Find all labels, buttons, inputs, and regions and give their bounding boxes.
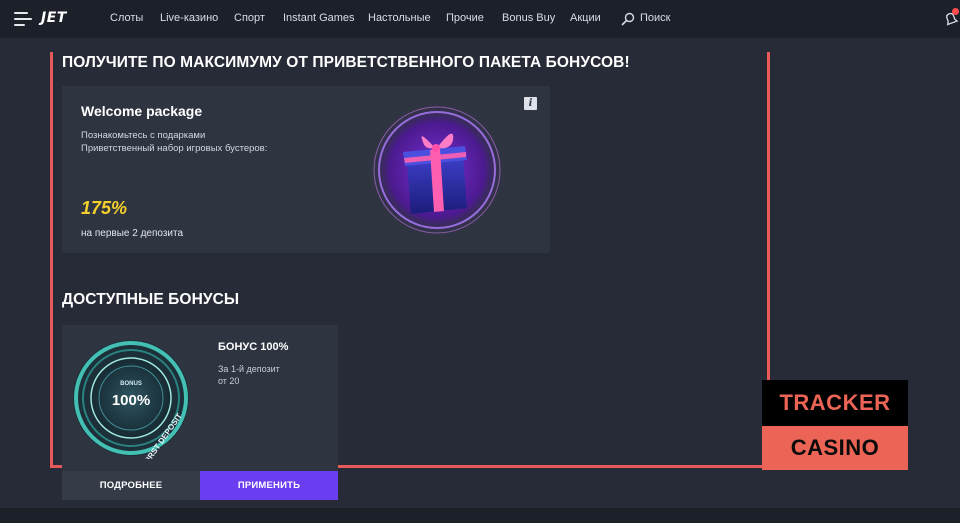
welcome-heading: ПОЛУЧИТЕ ПО МАКСИМУМУ ОТ ПРИВЕТСТВЕННОГО… [62,54,630,71]
search-link[interactable]: Поиск [640,12,670,24]
welcome-percent: 175% [81,198,128,218]
notification-badge [952,8,959,15]
available-bonuses-heading: ДОСТУПНЫЕ БОНУСЫ [62,291,240,308]
site-logo[interactable]: JET [41,10,67,26]
footer-strip [0,508,960,523]
nav-item-other[interactable]: Прочие [446,12,484,24]
nav-item-promotions[interactable]: Акции [570,12,601,24]
bonus-card: BONUS 100% FIRST DEPOSIT БОНУС 100% За 1… [62,325,338,472]
first-deposit-badge-icon: BONUS 100% FIRST DEPOSIT [73,340,189,459]
bonus-condition: За 1-й депозит [218,364,280,374]
welcome-card-line1: Познакомьтесь с подарками [81,130,206,141]
nav-item-instant-games[interactable]: Instant Games [283,12,355,24]
top-navigation: JET Слоты Live-казино Спорт Instant Game… [0,0,960,38]
nav-item-live-casino[interactable]: Live-казино [160,12,218,24]
watermark-casino: CASINO [762,426,908,470]
badge-top-label: BONUS [120,381,142,387]
welcome-deposits-note: на первые 2 депозита [81,228,184,239]
bonus-title: БОНУС 100% [218,341,289,353]
welcome-card-line2: Приветственный набор игровых бустеров: [81,143,268,154]
menu-icon[interactable] [14,12,32,26]
nav-item-table-games[interactable]: Настольные [368,12,431,24]
nav-item-slots[interactable]: Слоты [110,12,143,24]
details-button[interactable]: ПОДРОБНЕЕ [62,471,200,500]
watermark-tracker: TRACKER [762,380,908,426]
info-icon[interactable]: i [524,97,537,110]
search-icon[interactable] [621,12,635,26]
welcome-card-title: Welcome package [81,103,203,119]
bonus-minimum: от 20 [218,376,240,386]
nav-item-bonus-buy[interactable]: Bonus Buy [502,12,555,24]
welcome-package-card: Welcome package Познакомьтесь с подаркам… [62,86,550,253]
gift-box-icon [369,102,505,238]
badge-percent: 100% [112,392,150,409]
nav-item-sport[interactable]: Спорт [234,12,265,24]
apply-button[interactable]: ПРИМЕНИТЬ [200,471,338,500]
